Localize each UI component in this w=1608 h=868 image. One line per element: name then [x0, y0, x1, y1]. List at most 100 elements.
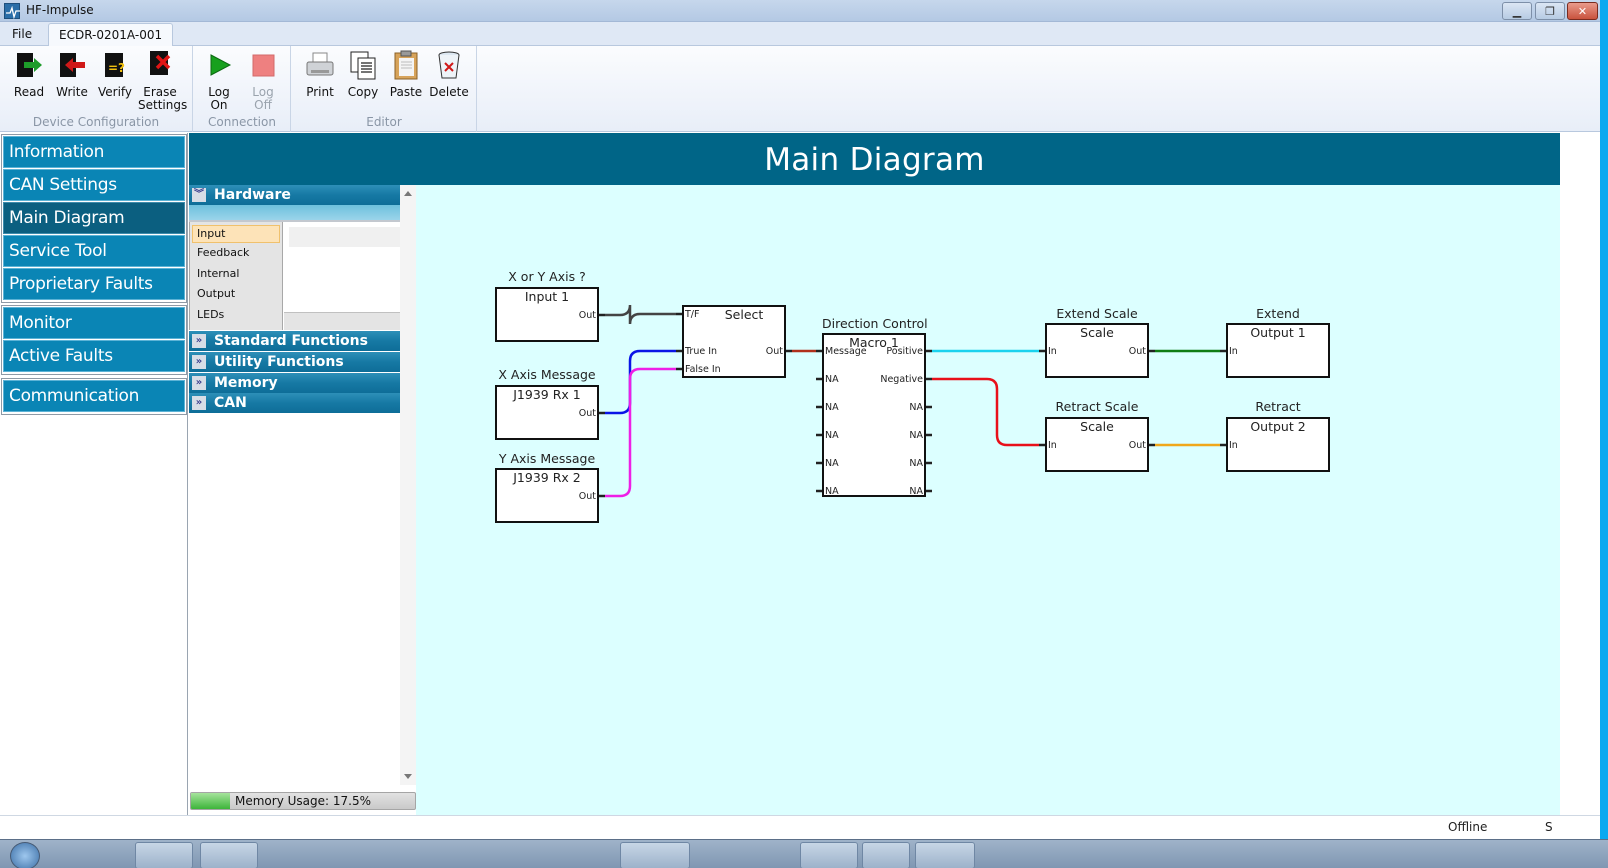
nav-item-main-diagram[interactable]: Main Diagram	[3, 202, 185, 234]
title-bar: HF-Impulse ▁ ❐ ✕	[0, 0, 1600, 22]
print-button[interactable]: Print	[298, 50, 342, 99]
start-button[interactable]	[10, 842, 40, 868]
log-off-button[interactable]: Log Off	[241, 50, 285, 112]
input-port[interactable]: NA	[825, 430, 839, 441]
output-port[interactable]: Out	[1129, 440, 1146, 451]
nav-item-information[interactable]: Information	[3, 136, 185, 168]
hardware-item-input[interactable]: Input	[192, 225, 280, 243]
diagram-block-input1[interactable]: Input 1 Out	[495, 287, 599, 342]
taskbar-app[interactable]	[915, 842, 975, 868]
verify-button[interactable]: =? Verify	[93, 50, 137, 99]
scroll-up-icon[interactable]	[404, 191, 412, 196]
nav-item-monitor[interactable]: Monitor	[3, 307, 185, 339]
input-port[interactable]: NA	[825, 486, 839, 497]
nav-item-proprietary-faults[interactable]: Proprietary Faults	[3, 268, 185, 300]
palette-scrollbar[interactable]	[400, 185, 416, 785]
delete-button[interactable]: Delete	[427, 50, 471, 99]
write-button[interactable]: Write	[50, 50, 94, 99]
erase-settings-button[interactable]: Erase Settings	[138, 50, 187, 112]
diagram-block-rx2[interactable]: J1939 Rx 2 Out	[495, 468, 599, 523]
taskbar-app[interactable]	[200, 842, 258, 868]
palette-section-hardware[interactable]: ︾ Hardware	[189, 185, 400, 205]
output-port[interactable]: Out	[579, 408, 596, 419]
output-port[interactable]: Out	[1129, 346, 1146, 357]
diagram-block-rx1[interactable]: J1939 Rx 1 Out	[495, 385, 599, 440]
palette-section-can[interactable]: » CAN	[189, 393, 400, 413]
wire-rx2-Out-to-select-False-In[interactable]	[605, 367, 676, 498]
output-port[interactable]: Out	[579, 491, 596, 502]
input-port[interactable]: In	[1048, 346, 1057, 357]
close-icon: ✕	[1577, 4, 1588, 18]
read-button[interactable]: Read	[7, 50, 51, 99]
taskbar-app[interactable]	[800, 842, 858, 868]
palette-section-memory[interactable]: » Memory	[189, 373, 400, 393]
palette-section-utility-functions[interactable]: » Utility Functions	[189, 352, 400, 372]
block-name: Scale	[1080, 419, 1114, 434]
paste-button[interactable]: Paste	[384, 50, 428, 99]
close-button[interactable]: ✕	[1567, 2, 1598, 20]
diagram-block-select[interactable]: Select T/F True In False In Out	[682, 305, 786, 378]
input-port[interactable]: NA	[825, 402, 839, 413]
diagram-block-scale1[interactable]: Scale In Out	[1045, 323, 1149, 378]
input-port[interactable]: In	[1229, 440, 1238, 451]
output-port[interactable]: NA	[909, 458, 923, 469]
minimize-button[interactable]: ▁	[1502, 2, 1532, 20]
ribbon: Read Write =? Verify Erase Settings Devic…	[0, 46, 1600, 132]
output-port[interactable]: Negative	[880, 374, 923, 385]
ribbon-group-connection: Log On Log Off Connection	[194, 46, 291, 132]
diagram-canvas[interactable]: X or Y Axis ? Input 1 Out X Axis Message J19…	[416, 185, 1560, 815]
wire-macro1-Negative-to-scale2-In[interactable]	[932, 377, 1039, 447]
input-port[interactable]: In	[1048, 440, 1057, 451]
nav-item-service-tool[interactable]: Service Tool	[3, 235, 185, 267]
hardware-item-feedback[interactable]: Feedback	[190, 243, 282, 264]
file-menu[interactable]: File	[12, 27, 32, 41]
output-port[interactable]: NA	[909, 486, 923, 497]
output-port[interactable]: Out	[579, 310, 596, 321]
ribbon-group-device-configuration: Read Write =? Verify Erase Settings Devic…	[0, 46, 193, 132]
output-port[interactable]: NA	[909, 402, 923, 413]
output-port[interactable]: NA	[909, 430, 923, 441]
hardware-item-internal[interactable]: Internal	[190, 264, 282, 285]
hardware-block-preview[interactable]	[289, 227, 400, 247]
taskbar-app[interactable]	[862, 842, 910, 868]
block-name: Input 1	[524, 289, 570, 304]
scroll-down-icon[interactable]	[404, 774, 412, 779]
input-port[interactable]: False In	[685, 364, 721, 375]
hardware-item-leds[interactable]: LEDs	[190, 305, 282, 326]
block-caption: Retract Scale	[1055, 399, 1139, 414]
chevron-right-icon: »	[192, 334, 206, 348]
input-port[interactable]: In	[1229, 346, 1238, 357]
taskbar-app[interactable]	[135, 842, 193, 868]
diagram-block-scale2[interactable]: Scale In Out	[1045, 417, 1149, 472]
diagram-block-out2[interactable]: Output 2 In	[1226, 417, 1330, 472]
input-port[interactable]: NA	[825, 458, 839, 469]
input-port[interactable]: T/F	[685, 309, 699, 320]
taskbar-app[interactable]	[620, 842, 690, 868]
erase-icon	[145, 50, 175, 80]
nav-item-can-settings[interactable]: CAN Settings	[3, 169, 185, 201]
hardware-detail-pane	[284, 222, 400, 312]
tab-device[interactable]: ECDR-0201A-001	[48, 23, 174, 47]
wire-input1-Out-to-select-T-F[interactable]	[605, 304, 676, 325]
output-port[interactable]: Out	[766, 346, 783, 357]
input-port[interactable]: NA	[825, 374, 839, 385]
input-port[interactable]: Message	[825, 346, 867, 357]
nav-item-active-faults[interactable]: Active Faults	[3, 340, 185, 372]
output-port[interactable]: Positive	[886, 346, 923, 357]
memory-usage-bar: Memory Usage: 17.5%	[190, 792, 416, 810]
nav-item-communication[interactable]: Communication	[3, 380, 185, 412]
input-port[interactable]: True In	[685, 346, 717, 357]
hardware-item-output[interactable]: Output	[190, 284, 282, 305]
status-extra: S	[1545, 820, 1553, 834]
diagram-block-macro1[interactable]: Macro 1 Message NA NA NA NA NA Positive Negative…	[822, 333, 926, 497]
wire-rx1-Out-to-select-True-In[interactable]	[605, 349, 676, 415]
restore-icon: ❐	[1545, 4, 1555, 18]
palette-section-standard-functions[interactable]: » Standard Functions	[189, 331, 400, 351]
block-name: Output 1	[1250, 325, 1306, 340]
restore-button[interactable]: ❐	[1535, 2, 1565, 20]
printer-icon	[305, 50, 335, 80]
diagram-block-out1[interactable]: Output 1 In	[1226, 323, 1330, 378]
log-on-button[interactable]: Log On	[197, 50, 241, 112]
hardware-list: Input Feedback Internal Output LEDs	[189, 222, 283, 330]
copy-button[interactable]: Copy	[341, 50, 385, 99]
